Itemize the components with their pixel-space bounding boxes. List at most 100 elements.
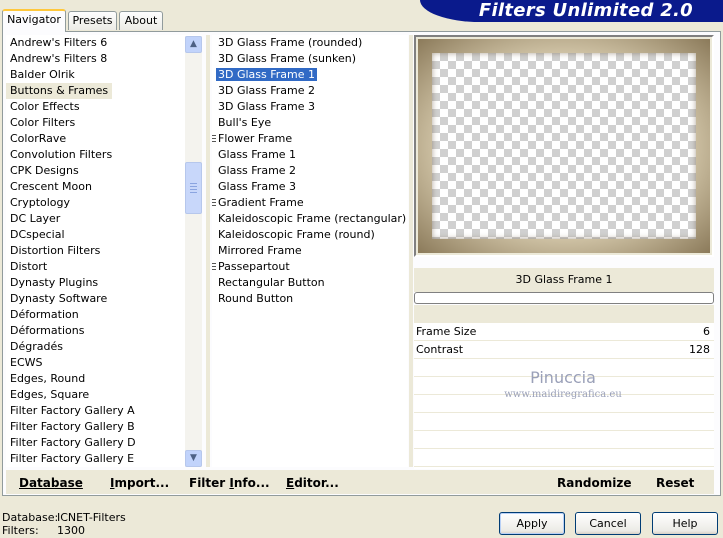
category-item[interactable]: Distort bbox=[6, 259, 202, 275]
filter-group-item[interactable]: Passepartout bbox=[212, 259, 408, 275]
category-list[interactable]: Andrew's Filters 6 Andrew's Filters 8 Bald… bbox=[6, 35, 202, 467]
filter-item[interactable]: Bull's Eye bbox=[212, 115, 408, 131]
category-label: Andrew's Filters 6 bbox=[10, 36, 108, 49]
filter-label: Kaleidoscopic Frame (round) bbox=[218, 228, 375, 241]
filter-group-item[interactable]: Flower Frame bbox=[212, 131, 408, 147]
filter-item[interactable]: 3D Glass Frame 3 bbox=[212, 99, 408, 115]
category-item[interactable]: Déformations bbox=[6, 323, 202, 339]
category-item[interactable]: Edges, Square bbox=[6, 387, 202, 403]
filter-label: Rectangular Button bbox=[218, 276, 325, 289]
category-label: Edges, Round bbox=[10, 372, 86, 385]
category-item[interactable]: Balder Olrik bbox=[6, 67, 202, 83]
parameter-value: 128 bbox=[689, 343, 710, 356]
filter-label: 3D Glass Frame 3 bbox=[218, 100, 316, 113]
category-label: Filter Factory Gallery A bbox=[10, 404, 135, 417]
import-button[interactable]: Import... bbox=[110, 470, 169, 494]
filter-group-item[interactable]: Gradient Frame bbox=[212, 195, 408, 211]
category-label: Balder Olrik bbox=[10, 68, 75, 81]
filter-item[interactable]: Glass Frame 2 bbox=[212, 163, 408, 179]
category-label: Buttons & Frames bbox=[6, 83, 113, 99]
category-label: Déformations bbox=[10, 324, 85, 337]
app-banner: Filters Unlimited 2.0 bbox=[420, 0, 723, 22]
panel-bottom-bar: Database Import... Filter Info... Editor… bbox=[6, 470, 714, 494]
category-item[interactable]: Buttons & Frames bbox=[6, 83, 202, 99]
grip-line bbox=[190, 183, 197, 184]
editor-button[interactable]: Editor... bbox=[286, 470, 339, 494]
apply-button[interactable]: Apply bbox=[499, 512, 565, 535]
filter-item[interactable]: Round Button bbox=[212, 291, 408, 307]
category-label: Filter Factory Gallery B bbox=[10, 420, 135, 433]
filter-label: Glass Frame 3 bbox=[218, 180, 297, 193]
category-item[interactable]: Andrew's Filters 8 bbox=[6, 51, 202, 67]
category-item[interactable]: Crescent Moon bbox=[6, 179, 202, 195]
reset-button[interactable]: Reset bbox=[656, 470, 694, 494]
tab-about[interactable]: About bbox=[119, 11, 163, 30]
cancel-button[interactable]: Cancel bbox=[575, 512, 641, 535]
editor-mnemonic: E bbox=[286, 476, 295, 490]
filter-item[interactable]: 3D Glass Frame (rounded) bbox=[212, 35, 408, 51]
category-item[interactable]: CPK Designs bbox=[6, 163, 202, 179]
category-item[interactable]: Distortion Filters bbox=[6, 243, 202, 259]
category-item[interactable]: Cryptology bbox=[6, 195, 202, 211]
category-item[interactable]: DCspecial bbox=[6, 227, 202, 243]
scroll-thumb[interactable] bbox=[185, 162, 202, 214]
randomize-button[interactable]: Randomize bbox=[557, 470, 631, 494]
category-scrollbar[interactable]: ▲ ▼ bbox=[185, 36, 202, 467]
filter-label: Passepartout bbox=[218, 260, 290, 273]
category-item[interactable]: Déformation bbox=[6, 307, 202, 323]
filter-item[interactable]: Kaleidoscopic Frame (rectangular) bbox=[212, 211, 408, 227]
category-item[interactable]: Color Effects bbox=[6, 99, 202, 115]
preview-divider bbox=[409, 35, 413, 467]
current-filter-name: 3D Glass Frame 1 bbox=[414, 268, 714, 292]
help-button[interactable]: Help bbox=[652, 512, 718, 535]
parameter-row-contrast[interactable]: Contrast 128 bbox=[414, 341, 714, 359]
parameter-value: 6 bbox=[703, 325, 710, 338]
tab-navigator[interactable]: Navigator bbox=[2, 9, 66, 32]
category-label: Filter Factory Gallery E bbox=[10, 452, 135, 465]
category-item[interactable]: Filter Factory Gallery A bbox=[6, 403, 202, 419]
filter-item[interactable]: 3D Glass Frame 1 bbox=[212, 67, 408, 83]
parameter-row-empty bbox=[414, 413, 714, 431]
watermark-title: Pinuccia bbox=[530, 368, 596, 387]
filter-list[interactable]: 3D Glass Frame (rounded) 3D Glass Frame (… bbox=[212, 35, 408, 467]
category-label: Filter Factory Gallery D bbox=[10, 436, 136, 449]
category-item[interactable]: Filter Factory Gallery D bbox=[6, 435, 202, 451]
filter-item[interactable]: Kaleidoscopic Frame (round) bbox=[212, 227, 408, 243]
category-item[interactable]: Dynasty Plugins bbox=[6, 275, 202, 291]
scroll-up-button[interactable]: ▲ bbox=[185, 36, 202, 53]
category-label: Déformation bbox=[10, 308, 79, 321]
category-item[interactable]: ECWS bbox=[6, 355, 202, 371]
filter-item[interactable]: 3D Glass Frame (sunken) bbox=[212, 51, 408, 67]
database-value: ICNET-Filters bbox=[57, 511, 126, 524]
category-item[interactable]: Convolution Filters bbox=[6, 147, 202, 163]
filter-item[interactable]: Glass Frame 3 bbox=[212, 179, 408, 195]
scroll-down-button[interactable]: ▼ bbox=[185, 450, 202, 467]
filter-item[interactable]: Glass Frame 1 bbox=[212, 147, 408, 163]
category-item[interactable]: ColorRave bbox=[6, 131, 202, 147]
category-item[interactable]: DC Layer bbox=[6, 211, 202, 227]
category-label: Dégradés bbox=[10, 340, 63, 353]
filter-item[interactable]: Rectangular Button bbox=[212, 275, 408, 291]
filter-label: Glass Frame 2 bbox=[218, 164, 297, 177]
category-label: Color Filters bbox=[10, 116, 76, 129]
category-item[interactable]: Filter Factory Gallery B bbox=[6, 419, 202, 435]
filter-item[interactable]: 3D Glass Frame 2 bbox=[212, 83, 408, 99]
filter-info-button[interactable]: Filter Info... bbox=[189, 470, 270, 494]
filter-label: Mirrored Frame bbox=[218, 244, 302, 257]
filter-item[interactable]: Mirrored Frame bbox=[212, 243, 408, 259]
category-label: ECWS bbox=[10, 356, 43, 369]
category-item[interactable]: Color Filters bbox=[6, 115, 202, 131]
category-label: Distortion Filters bbox=[10, 244, 101, 257]
category-item[interactable]: Filter Factory Gallery E bbox=[6, 451, 202, 467]
database-button[interactable]: Database bbox=[19, 470, 83, 494]
tab-presets[interactable]: Presets bbox=[68, 11, 117, 30]
parameter-row-frame-size[interactable]: Frame Size 6 bbox=[414, 323, 714, 341]
category-item[interactable]: Dégradés bbox=[6, 339, 202, 355]
category-item[interactable]: Andrew's Filters 6 bbox=[6, 35, 202, 51]
grip-line bbox=[190, 192, 197, 193]
preview-pane[interactable] bbox=[414, 35, 714, 257]
category-item[interactable]: Edges, Round bbox=[6, 371, 202, 387]
filter-label: Bull's Eye bbox=[218, 116, 272, 129]
category-item[interactable]: Dynasty Software bbox=[6, 291, 202, 307]
preview-transparency bbox=[432, 53, 696, 239]
